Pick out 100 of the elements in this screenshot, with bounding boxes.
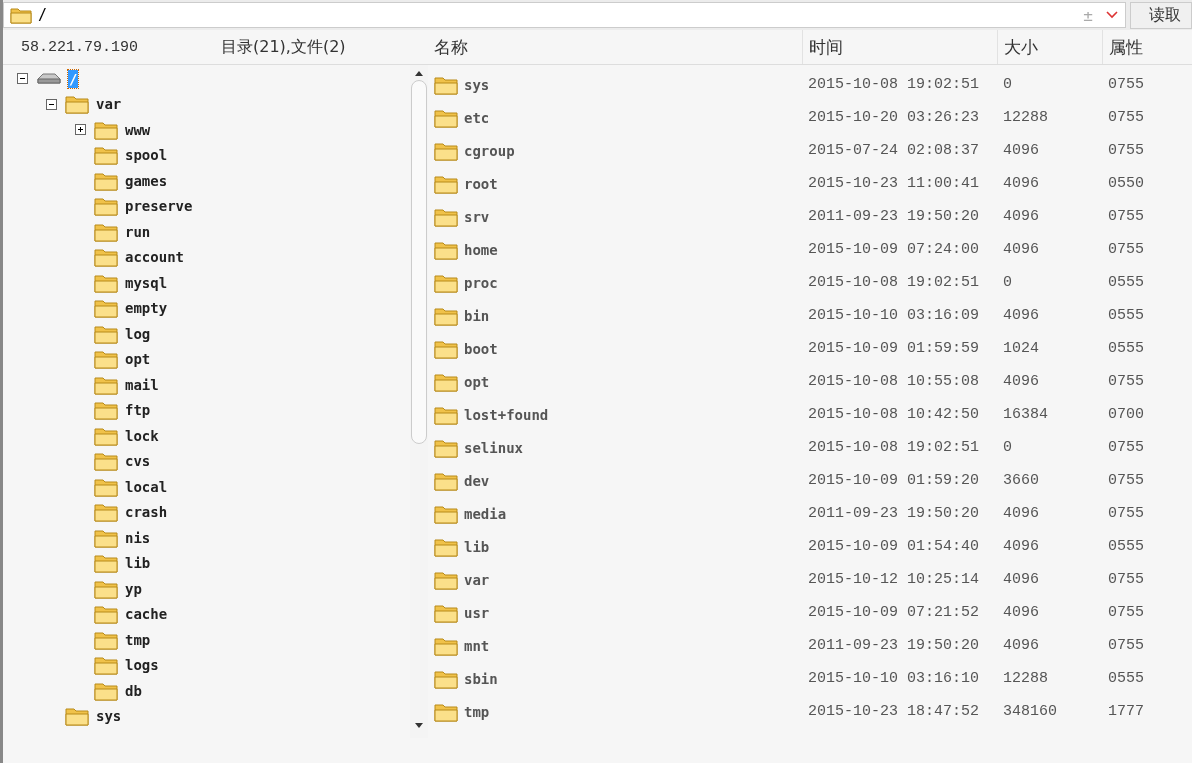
folder-icon bbox=[434, 272, 458, 293]
folder-icon bbox=[94, 349, 118, 370]
table-cell-text: 0 bbox=[1002, 274, 1013, 291]
table-cell-text: 2015-10-08 19:02:51 bbox=[807, 274, 981, 291]
directory-summary: 目录(21),文件(2) bbox=[221, 36, 346, 58]
file-name[interactable]: usr bbox=[464, 604, 490, 621]
scroll-down-icon[interactable] bbox=[415, 723, 423, 728]
tree-item[interactable]: db bbox=[124, 681, 143, 700]
tree-item[interactable]: run bbox=[124, 222, 152, 241]
column-header[interactable]: 名称 bbox=[428, 30, 802, 64]
folder-icon bbox=[94, 247, 118, 268]
file-name[interactable]: etc bbox=[464, 109, 490, 126]
table-cell-text: 2011-09-23 19:50:20 bbox=[807, 505, 981, 522]
table-cell-text: 2015-10-09 01:59:59 bbox=[807, 340, 981, 357]
table-cell-text: 2015-10-08 10:42:50 bbox=[807, 406, 981, 423]
tree-item[interactable]: preserve bbox=[124, 197, 194, 216]
table-cell-text: 12288 bbox=[1002, 109, 1049, 126]
file-name[interactable]: srv bbox=[464, 208, 490, 225]
folder-icon bbox=[434, 371, 458, 392]
folder-icon bbox=[65, 706, 89, 727]
table-cell-text: 2015-10-09 07:21:52 bbox=[807, 604, 981, 621]
folder-icon bbox=[94, 374, 118, 395]
file-name[interactable]: root bbox=[464, 175, 498, 192]
file-name[interactable]: opt bbox=[464, 373, 490, 390]
table-cell-text: 0755 bbox=[1107, 208, 1145, 225]
folder-icon bbox=[434, 701, 458, 722]
folder-icon bbox=[434, 536, 458, 557]
table-cell-text: 2015-10-08 19:02:51 bbox=[807, 439, 981, 456]
table-cell-text: 0755 bbox=[1107, 439, 1145, 456]
folder-icon bbox=[434, 503, 458, 524]
tree-item[interactable]: mysql bbox=[124, 273, 169, 292]
tree-item[interactable]: www bbox=[124, 120, 152, 139]
folder-icon bbox=[94, 119, 118, 140]
tree-item[interactable]: local bbox=[124, 477, 169, 496]
caret-icon[interactable] bbox=[1105, 10, 1119, 20]
expand-toggle[interactable] bbox=[46, 98, 57, 110]
table-cell-text: 0755 bbox=[1107, 505, 1145, 522]
expand-toggle[interactable] bbox=[17, 73, 28, 85]
tree-item[interactable]: var bbox=[95, 95, 123, 114]
path-field[interactable]: / ± bbox=[3, 2, 1126, 28]
file-name[interactable]: lib bbox=[464, 538, 490, 555]
file-name[interactable]: tmp bbox=[464, 703, 490, 720]
table-cell-text: 0755 bbox=[1107, 373, 1145, 390]
table-cell-text: 2015-10-08 19:02:51 bbox=[807, 76, 981, 93]
tree-item[interactable]: mail bbox=[124, 375, 160, 394]
tree-item[interactable]: yp bbox=[124, 579, 143, 598]
folder-icon bbox=[434, 569, 458, 590]
folder-icon bbox=[434, 338, 458, 359]
folder-icon bbox=[94, 400, 118, 421]
file-name[interactable]: sys bbox=[464, 76, 490, 93]
tree-item[interactable]: empty bbox=[124, 299, 169, 318]
tree-item[interactable]: logs bbox=[124, 656, 160, 675]
table-cell-text: 0700 bbox=[1107, 406, 1145, 423]
tree-item[interactable]: games bbox=[124, 171, 169, 190]
tree-item[interactable]: opt bbox=[124, 350, 152, 369]
column-header[interactable]: 大小 bbox=[997, 30, 1102, 64]
tree-item[interactable]: cache bbox=[124, 605, 169, 624]
folder-icon bbox=[434, 107, 458, 128]
table-cell-text: 2015-10-09 01:59:20 bbox=[807, 472, 981, 489]
folder-icon bbox=[434, 602, 458, 623]
tree-item[interactable]: tmp bbox=[124, 630, 152, 649]
tree-item[interactable]: nis bbox=[124, 528, 152, 547]
folder-icon bbox=[434, 239, 458, 260]
table-cell-text: 4096 bbox=[1002, 142, 1040, 159]
file-name[interactable]: bin bbox=[464, 307, 490, 324]
tree-item[interactable]: log bbox=[124, 324, 152, 343]
tree-item[interactable]: account bbox=[124, 248, 185, 267]
folder-icon bbox=[94, 451, 118, 472]
file-name[interactable]: cgroup bbox=[464, 142, 515, 159]
host-address: 58.221.79.190 bbox=[20, 38, 140, 56]
file-name[interactable]: media bbox=[464, 505, 507, 522]
tree-item[interactable]: lock bbox=[124, 426, 160, 445]
file-name[interactable]: proc bbox=[464, 274, 498, 291]
file-name[interactable]: dev bbox=[464, 472, 490, 489]
file-name[interactable]: sbin bbox=[464, 670, 498, 687]
tree-item[interactable]: sys bbox=[95, 707, 123, 726]
file-name[interactable]: boot bbox=[464, 340, 498, 357]
file-name[interactable]: var bbox=[464, 571, 490, 588]
file-name[interactable]: lost+found bbox=[464, 406, 549, 423]
file-name[interactable]: selinux bbox=[464, 439, 523, 456]
table-cell-text: 0555 bbox=[1107, 670, 1145, 687]
column-header[interactable]: 属性 bbox=[1102, 30, 1192, 64]
table-cell-text: 0755 bbox=[1107, 142, 1145, 159]
folder-icon bbox=[10, 6, 32, 24]
read-button[interactable]: 读取 bbox=[1130, 1, 1192, 29]
tree-item[interactable]: ftp bbox=[124, 401, 152, 420]
scroll-up-icon[interactable] bbox=[415, 71, 423, 76]
expand-toggle[interactable] bbox=[75, 124, 86, 136]
table-cell-text: 2015-10-09 07:24:00 bbox=[807, 241, 981, 258]
table-cell-text: 2015-10-23 18:47:52 bbox=[807, 703, 981, 720]
tree-item[interactable]: cvs bbox=[124, 452, 152, 471]
tree-item[interactable]: crash bbox=[124, 503, 169, 522]
file-name[interactable]: mnt bbox=[464, 637, 490, 654]
folder-icon bbox=[94, 221, 118, 242]
column-header[interactable]: 时间 bbox=[802, 30, 997, 64]
tree-item[interactable]: spool bbox=[124, 146, 169, 165]
file-name[interactable]: home bbox=[464, 241, 498, 258]
folder-icon bbox=[94, 680, 118, 701]
folder-icon bbox=[94, 425, 118, 446]
tree-item[interactable]: lib bbox=[124, 554, 152, 573]
